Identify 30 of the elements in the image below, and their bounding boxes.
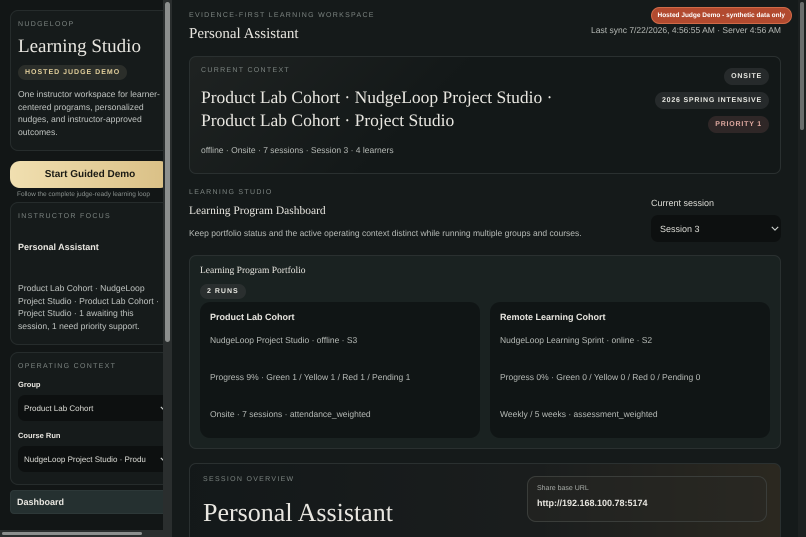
scrollbar[interactable] bbox=[163, 0, 172, 537]
nav-item[interactable]: Dashboard bbox=[10, 490, 163, 514]
select-field[interactable]: Product Lab Cohort bbox=[18, 395, 163, 421]
run-detail: Progress 9% · Green 1 / Yellow 1 / Red 1 / Pending 1 bbox=[210, 372, 412, 382]
run-detail: Weekly / 5 weeks · assessment_weighted bbox=[500, 409, 659, 419]
chevron-down-icon bbox=[771, 226, 779, 231]
context-meta: offline · Onsite · 7 sessions · Session 3 · 4 learners bbox=[201, 145, 395, 155]
sync-status: Last sync 7/22/2026, 4:56:55 AM · Server 4:56 AM bbox=[591, 25, 781, 35]
app-description: One instructor workspace for learner-centered programs, personalized nudges, and instructor-approved outcomes. bbox=[18, 88, 161, 138]
section-title: Learning Program Dashboard bbox=[189, 205, 327, 217]
scrollbar[interactable] bbox=[0, 530, 163, 537]
overview-title: Personal Assistant bbox=[203, 498, 393, 528]
run-name: Product Lab Cohort bbox=[210, 312, 296, 322]
run-detail: NudgeLoop Project Studio · offline · S3 bbox=[210, 335, 358, 345]
start-demo-button[interactable]: Start Guided Demo bbox=[10, 161, 163, 188]
context-title: Product Lab Cohort · NudgeLoop Project Studio · Product Lab Cohort · Project Studio bbox=[201, 86, 554, 132]
select-field[interactable]: NudgeLoop Project Studio · Produ bbox=[18, 446, 163, 472]
run-detail: Progress 0% · Green 0 / Yellow 0 / Red 0 / Pending 0 bbox=[500, 372, 702, 382]
portfolio-title: Learning Program Portfolio bbox=[200, 266, 307, 276]
session-select[interactable]: Session 3 bbox=[651, 215, 781, 242]
run-name: Remote Learning Cohort bbox=[500, 312, 607, 322]
run-detail: Onsite · 7 sessions · attendance_weighted bbox=[210, 409, 372, 419]
section-description: Keep portfolio status and the active operating context distinct while running multiple groups and courses. bbox=[189, 228, 582, 238]
focus-title: Personal Assistant bbox=[18, 242, 100, 252]
scrollbar[interactable] bbox=[798, 0, 806, 537]
focus-summary: Product Lab Cohort · NudgeLoop Project Studio · Product Lab Cohort · Project Studio · 1 awaiting this session, 1 need priority support. bbox=[18, 282, 160, 332]
field-label: Current session bbox=[651, 198, 716, 208]
page-title: Personal Assistant bbox=[189, 26, 300, 43]
app-title: Learning Studio bbox=[18, 36, 142, 58]
run-detail: NudgeLoop Learning Sprint · online · S2 bbox=[500, 335, 654, 345]
